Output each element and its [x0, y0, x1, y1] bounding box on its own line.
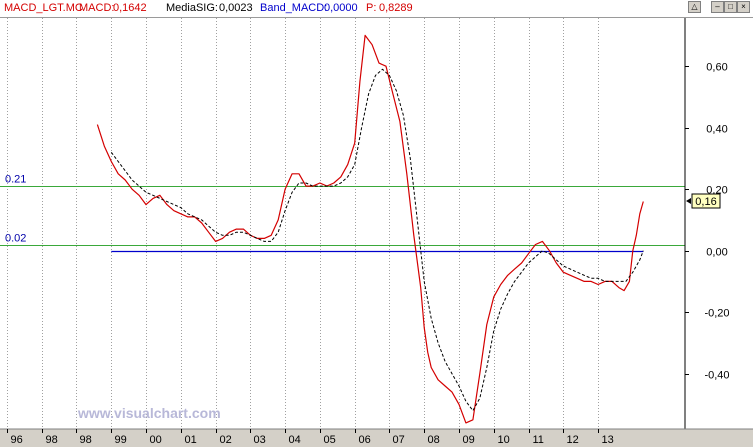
indicator-header: MACD_LGT.MC MACD: 0,1642 MediaSIG: 0,002… — [0, 0, 753, 18]
y-tick-label: -0,40 — [704, 370, 729, 382]
x-tick-label: 12 — [567, 434, 579, 446]
minimize-icon[interactable]: – — [711, 1, 724, 13]
last-value-label: 0,16 — [695, 196, 716, 208]
x-tick-label: 03 — [254, 434, 266, 446]
y-tick-label: 0,00 — [706, 247, 727, 259]
close-icon[interactable]: × — [737, 1, 750, 13]
x-tick-label: 02 — [220, 434, 232, 446]
x-tick-label: 08 — [428, 434, 440, 446]
signal-value: 0,0023 — [219, 2, 253, 14]
x-tick-label: 99 — [115, 434, 127, 446]
band-level-label: 0.02 — [5, 233, 26, 245]
x-axis-bar — [0, 429, 753, 447]
last-value-marker: 0,16 — [686, 193, 721, 209]
resize-icon[interactable]: △ — [688, 1, 701, 13]
band-value: 0,0000 — [324, 2, 358, 14]
band-label: Band_MACD: — [260, 2, 328, 14]
x-tick-label: 04 — [289, 434, 301, 446]
x-tick-label: 09 — [463, 434, 475, 446]
plot-area — [0, 17, 685, 429]
p-value: 0,8289 — [379, 2, 413, 14]
macd-label: MACD: — [79, 2, 115, 14]
x-tick-label: 01 — [185, 434, 197, 446]
p-label: P: — [366, 2, 377, 14]
x-tick-label: 10 — [498, 434, 510, 446]
x-tick-label: 06 — [359, 434, 371, 446]
x-tick-label: 00 — [150, 434, 162, 446]
watermark-text: www.visualchart.com — [77, 405, 221, 421]
band-level-label: 0.21 — [5, 174, 26, 186]
x-tick-label: 11 — [533, 434, 544, 446]
signal-label: MediaSIG: — [166, 2, 218, 14]
x-tick-label: 05 — [324, 434, 336, 446]
x-tick-label: 98 — [46, 434, 58, 446]
macd-chart[interactable]: 0.21 0.02 www.visualchart.com 96 98 98 99 00 0… — [0, 0, 753, 447]
y-tick-label: 0,40 — [706, 124, 727, 136]
x-tick-label: 98 — [80, 434, 92, 446]
symbol-label: MACD_LGT.MC — [4, 2, 83, 14]
macd-value: 0,1642 — [113, 2, 147, 14]
restore-icon[interactable]: □ — [724, 1, 737, 13]
x-tick-label: 13 — [602, 434, 614, 446]
y-axis: 0,600,400,200,00-0,20-0,40 — [685, 62, 730, 382]
last-value-pointer — [686, 198, 691, 204]
chart-window: 0.21 0.02 www.visualchart.com 96 98 98 99 00 0… — [0, 0, 753, 447]
y-tick-label: 0,60 — [706, 62, 727, 74]
y-tick-label: -0,20 — [704, 308, 729, 320]
x-tick-label: 07 — [393, 434, 405, 446]
x-tick-label: 96 — [11, 434, 23, 446]
